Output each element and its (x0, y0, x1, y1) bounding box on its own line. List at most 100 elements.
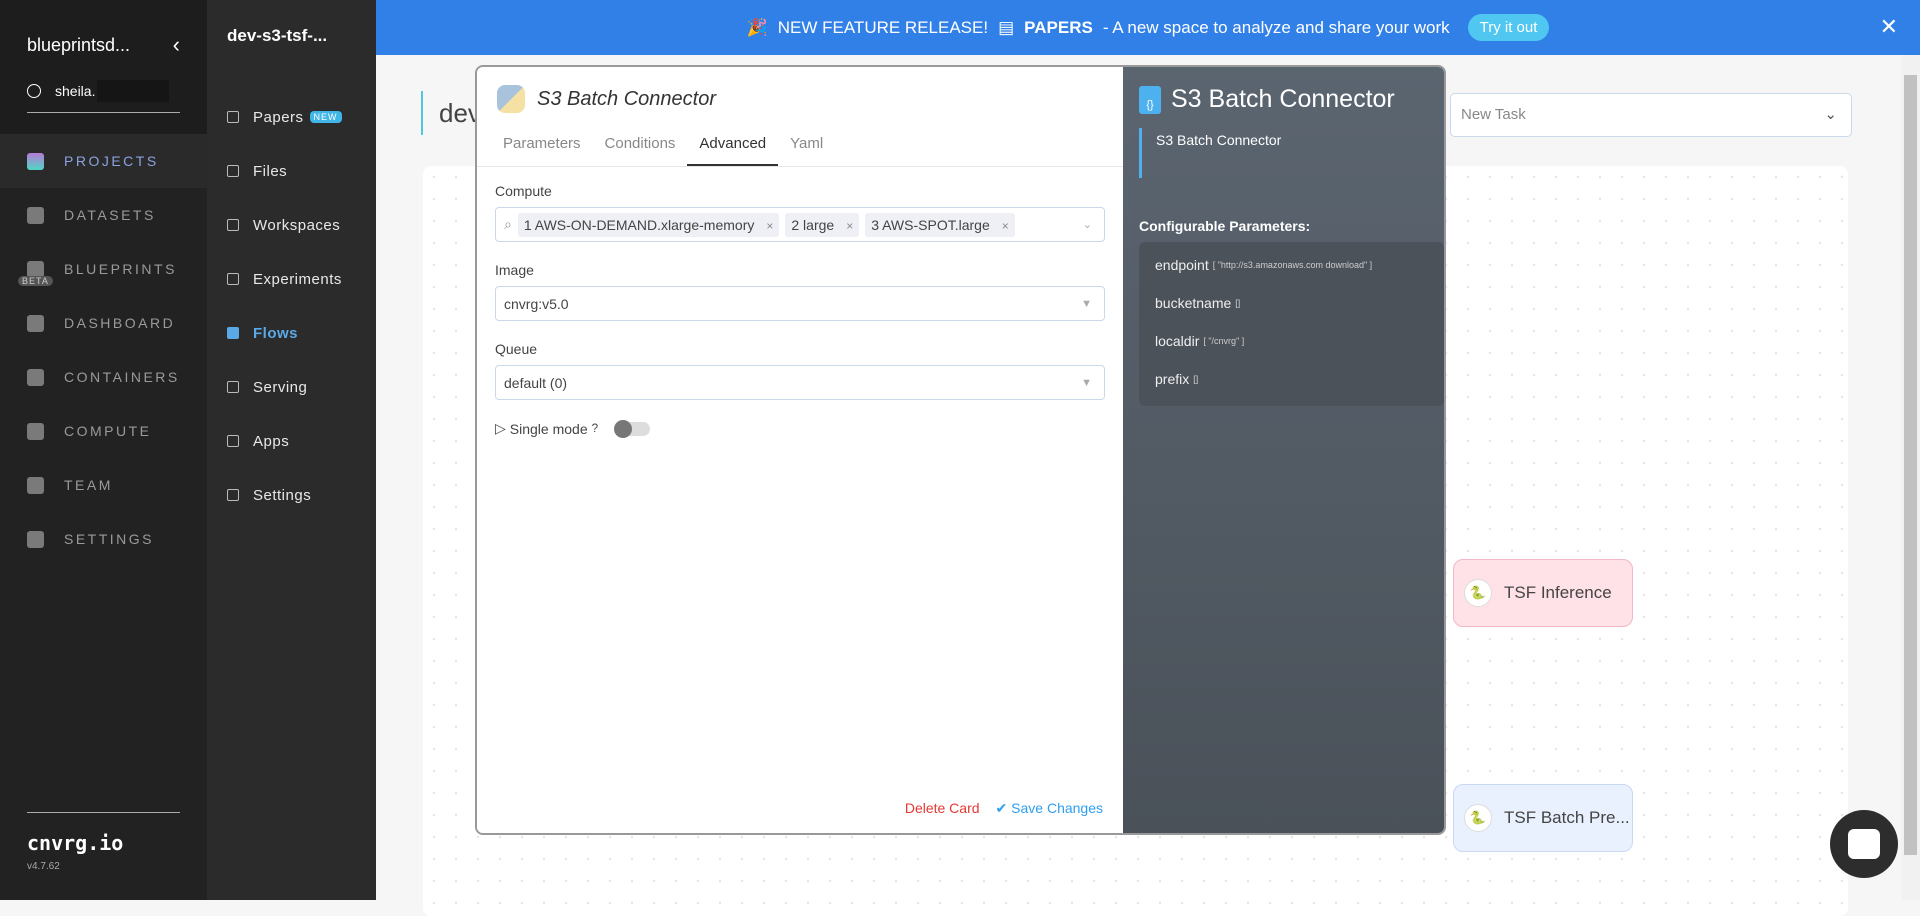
card-editor-panel: S3 Batch Connector Parameters Conditions… (477, 67, 1123, 833)
flow-node[interactable]: 🐍 TSF Batch Pre... (1453, 784, 1633, 852)
brand-logo: cnvrg.io (27, 831, 124, 855)
save-changes-button[interactable]: ✔ Save Changes (996, 800, 1103, 817)
param-value: [ "http://s3.amazonaws.com download" ] (1212, 260, 1373, 270)
info-title: S3 Batch Connector (1171, 85, 1395, 113)
nav-projects[interactable]: PROJECTS (0, 134, 207, 188)
param-name: endpoint (1155, 257, 1209, 273)
chat-launcher[interactable] (1830, 810, 1898, 878)
nav-label: CONTAINERS (64, 369, 180, 385)
user-menu[interactable]: sheila. (27, 80, 180, 102)
tab-advanced[interactable]: Advanced (687, 127, 779, 166)
divider (27, 112, 180, 113)
tag-label: 1 AWS-ON-DEMAND.xlarge-memory (523, 216, 755, 233)
nav-datasets[interactable]: DATASETS (0, 188, 207, 242)
flow-node[interactable]: 🐍 TSF Inference (1453, 559, 1633, 627)
expand-triangle-icon[interactable]: ▷ (495, 420, 506, 437)
tab-conditions[interactable]: Conditions (593, 127, 688, 166)
params-heading: Configurable Parameters: (1139, 218, 1311, 234)
node-label: TSF Inference (1504, 583, 1612, 602)
param-value: [] (1235, 298, 1241, 308)
image-value: cnvrg:v5.0 (504, 295, 569, 312)
org-name: blueprintsd... (27, 34, 131, 55)
project-name: dev-s3-tsf-... (227, 26, 328, 45)
image-select[interactable]: cnvrg:v5.0 ▼ (495, 286, 1105, 321)
banner-text: - A new space to analyze and share your … (1102, 17, 1450, 37)
rocket-icon (227, 381, 239, 393)
try-it-out-button[interactable]: Try it out (1467, 14, 1550, 41)
tag-label: 3 AWS-SPOT.large (871, 216, 990, 233)
remove-tag-icon[interactable]: × (1002, 219, 1009, 233)
card-editor-modal: S3 Batch Connector Parameters Conditions… (475, 65, 1446, 835)
subnav-experiments[interactable]: Experiments (207, 252, 376, 306)
username: sheila. (55, 83, 96, 99)
nav-blueprints[interactable]: BLUEPRINTS BETA (0, 242, 207, 296)
nav-containers[interactable]: CONTAINERS (0, 350, 207, 404)
param-name: localdir (1155, 333, 1200, 349)
nav-team[interactable]: TEAM (0, 458, 207, 512)
python-icon: 🐍 (1464, 804, 1492, 832)
scrollbar-thumb[interactable] (1904, 75, 1917, 855)
subnav-serving[interactable]: Serving (207, 360, 376, 414)
subnav-settings[interactable]: Settings (207, 468, 376, 522)
file-icon (227, 165, 239, 177)
param-value: [] (1193, 374, 1199, 384)
params-list: endpoint[ "http://s3.amazonaws.com downl… (1139, 242, 1444, 406)
compute-multiselect[interactable]: ⌕ 1 AWS-ON-DEMAND.xlarge-memory × 2 large… (495, 207, 1105, 242)
blueprints-icon (27, 260, 44, 278)
collapse-chevron-icon[interactable]: ‹ (173, 32, 180, 58)
card-info-panel: {} S3 Batch Connector S3 Batch Connector… (1123, 67, 1444, 833)
new-task-label: New Task (1461, 106, 1526, 123)
param-item: endpoint[ "http://s3.amazonaws.com downl… (1155, 246, 1444, 284)
remove-tag-icon[interactable]: × (846, 219, 853, 233)
redacted-block (97, 80, 170, 102)
help-icon[interactable]: ? (592, 422, 598, 435)
delete-card-button[interactable]: Delete Card (905, 800, 980, 817)
subnav-label: Flows (253, 324, 299, 342)
subnav-label: Experiments (253, 270, 342, 288)
tab-yaml[interactable]: Yaml (778, 127, 835, 166)
subnav-label: Apps (253, 432, 290, 450)
nav-settings[interactable]: SETTINGS (0, 512, 207, 566)
subnav-apps[interactable]: Apps (207, 414, 376, 468)
user-icon (27, 84, 41, 98)
subnav-papers[interactable]: Papers NEW (207, 90, 376, 144)
queue-select[interactable]: default (0) ▼ (495, 365, 1105, 400)
caret-down-icon: ▼ (1081, 376, 1092, 389)
clipboard-icon (227, 219, 239, 231)
param-item: bucketname[] (1155, 284, 1444, 322)
compute-tag: 3 AWS-SPOT.large × (865, 212, 1015, 237)
nav-label: TEAM (64, 477, 113, 493)
gears-icon (27, 530, 44, 548)
nav-label: SETTINGS (64, 531, 155, 547)
subnav-workspaces[interactable]: Workspaces (207, 198, 376, 252)
main-sidebar: blueprintsd... ‹ sheila. PROJECTS DATASE… (0, 0, 207, 900)
queue-value: default (0) (504, 374, 568, 391)
chevron-down-icon: ⌄ (1824, 106, 1837, 123)
json-file-icon: {} (1139, 85, 1161, 114)
card-title: S3 Batch Connector (537, 87, 716, 110)
compute-label: Compute (495, 183, 552, 199)
feature-banner: 🎉 NEW FEATURE RELEASE! ▤ PAPERS - A new … (376, 0, 1920, 55)
subnav-flows[interactable]: Flows (207, 306, 376, 360)
tab-parameters[interactable]: Parameters (491, 127, 593, 166)
nav-compute[interactable]: COMPUTE (0, 404, 207, 458)
nav-label: COMPUTE (64, 423, 152, 439)
chat-icon (1848, 829, 1880, 859)
search-icon: ⌕ (504, 216, 512, 232)
compute-tag: 1 AWS-ON-DEMAND.xlarge-memory × (517, 212, 780, 237)
flow-title: dev (421, 91, 481, 135)
nav-dashboard[interactable]: DASHBOARD (0, 296, 207, 350)
subnav-files[interactable]: Files (207, 144, 376, 198)
new-task-select[interactable]: New Task ⌄ (1450, 93, 1852, 137)
remove-tag-icon[interactable]: × (766, 219, 773, 233)
containers-icon (27, 368, 44, 386)
subnav-label: Settings (253, 486, 312, 504)
node-label: TSF Batch Pre... (1504, 808, 1630, 827)
org-switcher[interactable]: blueprintsd... ‹ (27, 0, 180, 58)
python-icon (497, 85, 525, 113)
param-item: prefix[] (1155, 360, 1444, 398)
single-mode-toggle[interactable] (614, 419, 651, 438)
nav-label: PROJECTS (64, 153, 159, 169)
page-scrollbar[interactable] (1901, 55, 1920, 900)
close-icon[interactable]: ✕ (1880, 14, 1898, 40)
